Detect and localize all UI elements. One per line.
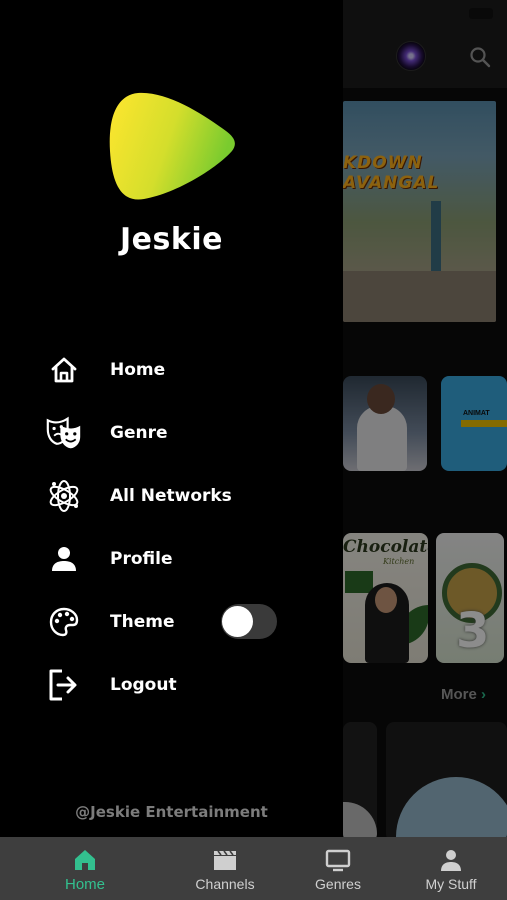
bottom-nav-genres[interactable]: Genres [308,837,368,900]
clapperboard-icon [214,850,236,870]
drawer-item-all-networks[interactable]: All Networks [46,476,306,516]
drawer-item-profile[interactable]: Profile [46,539,306,579]
navigation-drawer: Jeskie Home Genre All Networks Profile T… [0,0,343,837]
drawer-item-label: Profile [110,549,173,569]
palette-icon [46,604,82,640]
home-icon [46,352,82,388]
bottom-nav-label: My Stuff [425,876,477,892]
drawer-item-label: All Networks [110,486,232,506]
bottom-nav-label: Genres [315,876,361,892]
tv-icon [325,849,351,872]
bottom-nav-label: Channels [195,876,255,892]
bottom-nav-label: Home [64,876,105,893]
theater-masks-icon [46,415,82,451]
toggle-knob [222,606,253,637]
person-icon [441,850,461,871]
drawer-item-logout[interactable]: Logout [46,665,306,705]
home-filled-icon [75,850,95,870]
network-atom-icon [46,478,82,514]
drawer-item-label: Home [110,360,166,380]
theme-toggle[interactable] [221,604,277,639]
bottom-navigation: Home Channels Genres My Stuff [0,837,507,900]
drawer-footer-credit: @Jeskie Entertainment [75,803,268,821]
brand-name: Jeskie [120,222,223,257]
bottom-nav-channels[interactable]: Channels [190,837,260,900]
drawer-item-genre[interactable]: Genre [46,413,306,453]
drawer-item-label: Theme [110,612,175,632]
bottom-nav-my-stuff[interactable]: My Stuff [416,837,486,900]
bottom-nav-home[interactable]: Home [55,837,115,900]
person-icon [46,541,82,577]
jeskie-logo-icon [109,92,235,200]
drawer-item-label: Genre [110,423,168,443]
logout-icon [46,667,82,703]
drawer-item-label: Logout [110,675,177,695]
drawer-item-home[interactable]: Home [46,350,306,390]
